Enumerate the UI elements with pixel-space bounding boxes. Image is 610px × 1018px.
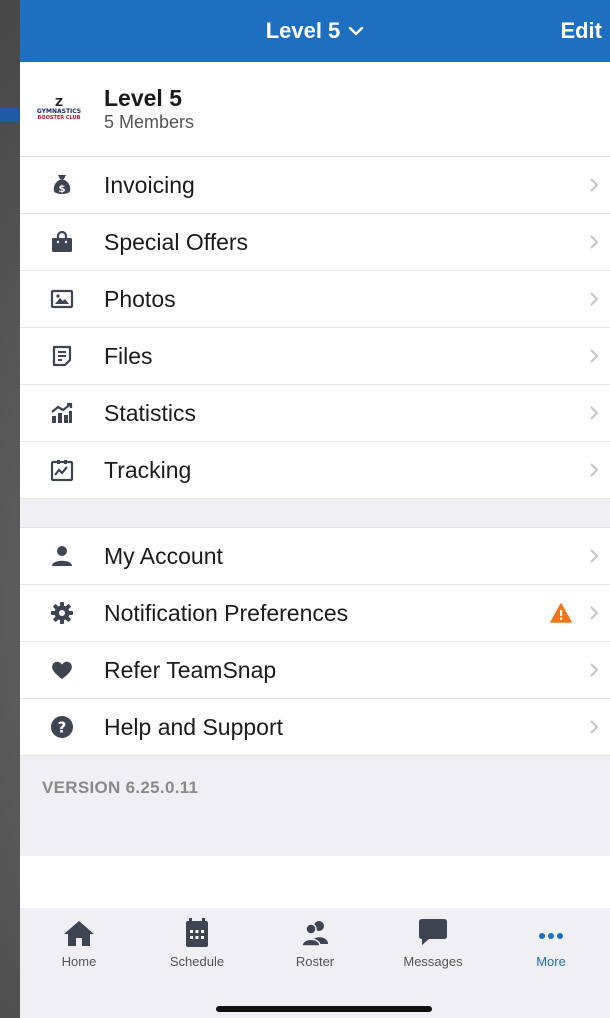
tab-label: More: [536, 954, 566, 969]
menu-item-label: Invoicing: [104, 171, 195, 198]
shopping-bag-icon: [20, 230, 104, 254]
menu-item-statistics[interactable]: Statistics: [20, 385, 610, 442]
chevron-right-icon: [578, 662, 610, 678]
menu-item-label: Refer TeamSnap: [104, 656, 277, 683]
chevron-right-icon: [578, 348, 610, 364]
section-divider: [20, 499, 610, 528]
help-icon: ?: [20, 715, 104, 739]
menu-item-label: Tracking: [104, 456, 192, 483]
money-bag-icon: $: [20, 173, 104, 197]
chevron-right-icon: [578, 234, 610, 250]
team-name: Level 5: [104, 85, 182, 111]
file-icon: [20, 344, 104, 368]
menu-item-tracking[interactable]: Tracking: [20, 442, 610, 499]
account-menu: My Account Notification Preferences Refe…: [20, 528, 610, 756]
tab-label: Schedule: [169, 954, 225, 969]
app-screen: Level 5 Edit Z GYMNASTICS BOOSTER CLUB L…: [20, 0, 610, 1018]
tab-label: Roster: [295, 954, 335, 969]
team-logo: Z GYMNASTICS BOOSTER CLUB: [36, 96, 82, 121]
menu-item-files[interactable]: Files: [20, 328, 610, 385]
chevron-right-icon: [578, 605, 610, 621]
menu-item-label: My Account: [104, 542, 223, 569]
chevron-down-icon: [349, 26, 364, 36]
heart-icon: [20, 658, 104, 682]
tracking-icon: [20, 458, 104, 482]
more-icon: [539, 933, 563, 939]
chevron-right-icon: [578, 405, 610, 421]
chevron-right-icon: [578, 462, 610, 478]
menu-item-label: Statistics: [104, 399, 197, 426]
menu-item-notification-preferences[interactable]: Notification Preferences: [20, 585, 610, 642]
team-member-count: 5 Members: [104, 112, 195, 132]
chevron-right-icon: [578, 548, 610, 564]
menu-item-refer-teamsnap[interactable]: Refer TeamSnap: [20, 642, 610, 699]
tab-messages[interactable]: Messages: [374, 916, 492, 990]
roster-icon: [301, 921, 328, 947]
navigation-bar: Level 5 Edit: [20, 0, 610, 62]
warning-icon: [550, 603, 572, 623]
team-selector-label: Level 5: [265, 18, 341, 43]
tab-roster[interactable]: Roster: [256, 916, 374, 990]
edit-button[interactable]: Edit: [560, 0, 602, 62]
tab-more[interactable]: More: [492, 916, 610, 990]
tab-schedule[interactable]: Schedule: [138, 916, 256, 990]
menu-item-label: Photos: [104, 285, 176, 312]
team-header[interactable]: Z GYMNASTICS BOOSTER CLUB Level 5 5 Memb…: [20, 62, 610, 157]
team-info: Level 5 5 Members: [104, 85, 194, 133]
home-icon: [64, 921, 94, 946]
menu-item-invoicing[interactable]: $ Invoicing: [20, 157, 610, 214]
tab-home[interactable]: Home: [20, 916, 138, 990]
tab-label: Home: [61, 954, 97, 969]
chevron-right-icon: [578, 177, 610, 193]
home-indicator[interactable]: [216, 1006, 432, 1012]
chevron-right-icon: [578, 719, 610, 735]
gear-icon: [20, 601, 104, 625]
menu-item-label: Files: [104, 342, 153, 369]
background-accent: [0, 108, 22, 122]
svg-text:?: ?: [58, 719, 67, 737]
message-icon: [419, 919, 447, 945]
menu-item-help-and-support[interactable]: ? Help and Support: [20, 699, 610, 756]
menu-item-label: Help and Support: [104, 713, 284, 740]
user-icon: [20, 544, 104, 568]
menu-item-label: Notification Preferences: [104, 599, 349, 626]
menu-item-my-account[interactable]: My Account: [20, 528, 610, 585]
tab-label: Messages: [403, 954, 463, 969]
statistics-icon: [20, 401, 104, 425]
team-selector[interactable]: Level 5: [266, 18, 365, 44]
tab-bar: Home Schedule Roster Messages More: [20, 908, 610, 1018]
photo-icon: [20, 287, 104, 311]
menu-item-label: Special Offers: [104, 228, 249, 255]
menu-item-photos[interactable]: Photos: [20, 271, 610, 328]
calendar-icon: [186, 918, 208, 947]
version-section: VERSION 6.25.0.11: [20, 756, 610, 856]
svg-text:$: $: [59, 184, 66, 195]
menu-item-special-offers[interactable]: Special Offers: [20, 214, 610, 271]
version-label: VERSION 6.25.0.11: [42, 778, 199, 797]
team-menu: $ Invoicing Special Offers Photos Files: [20, 157, 610, 499]
chevron-right-icon: [578, 291, 610, 307]
